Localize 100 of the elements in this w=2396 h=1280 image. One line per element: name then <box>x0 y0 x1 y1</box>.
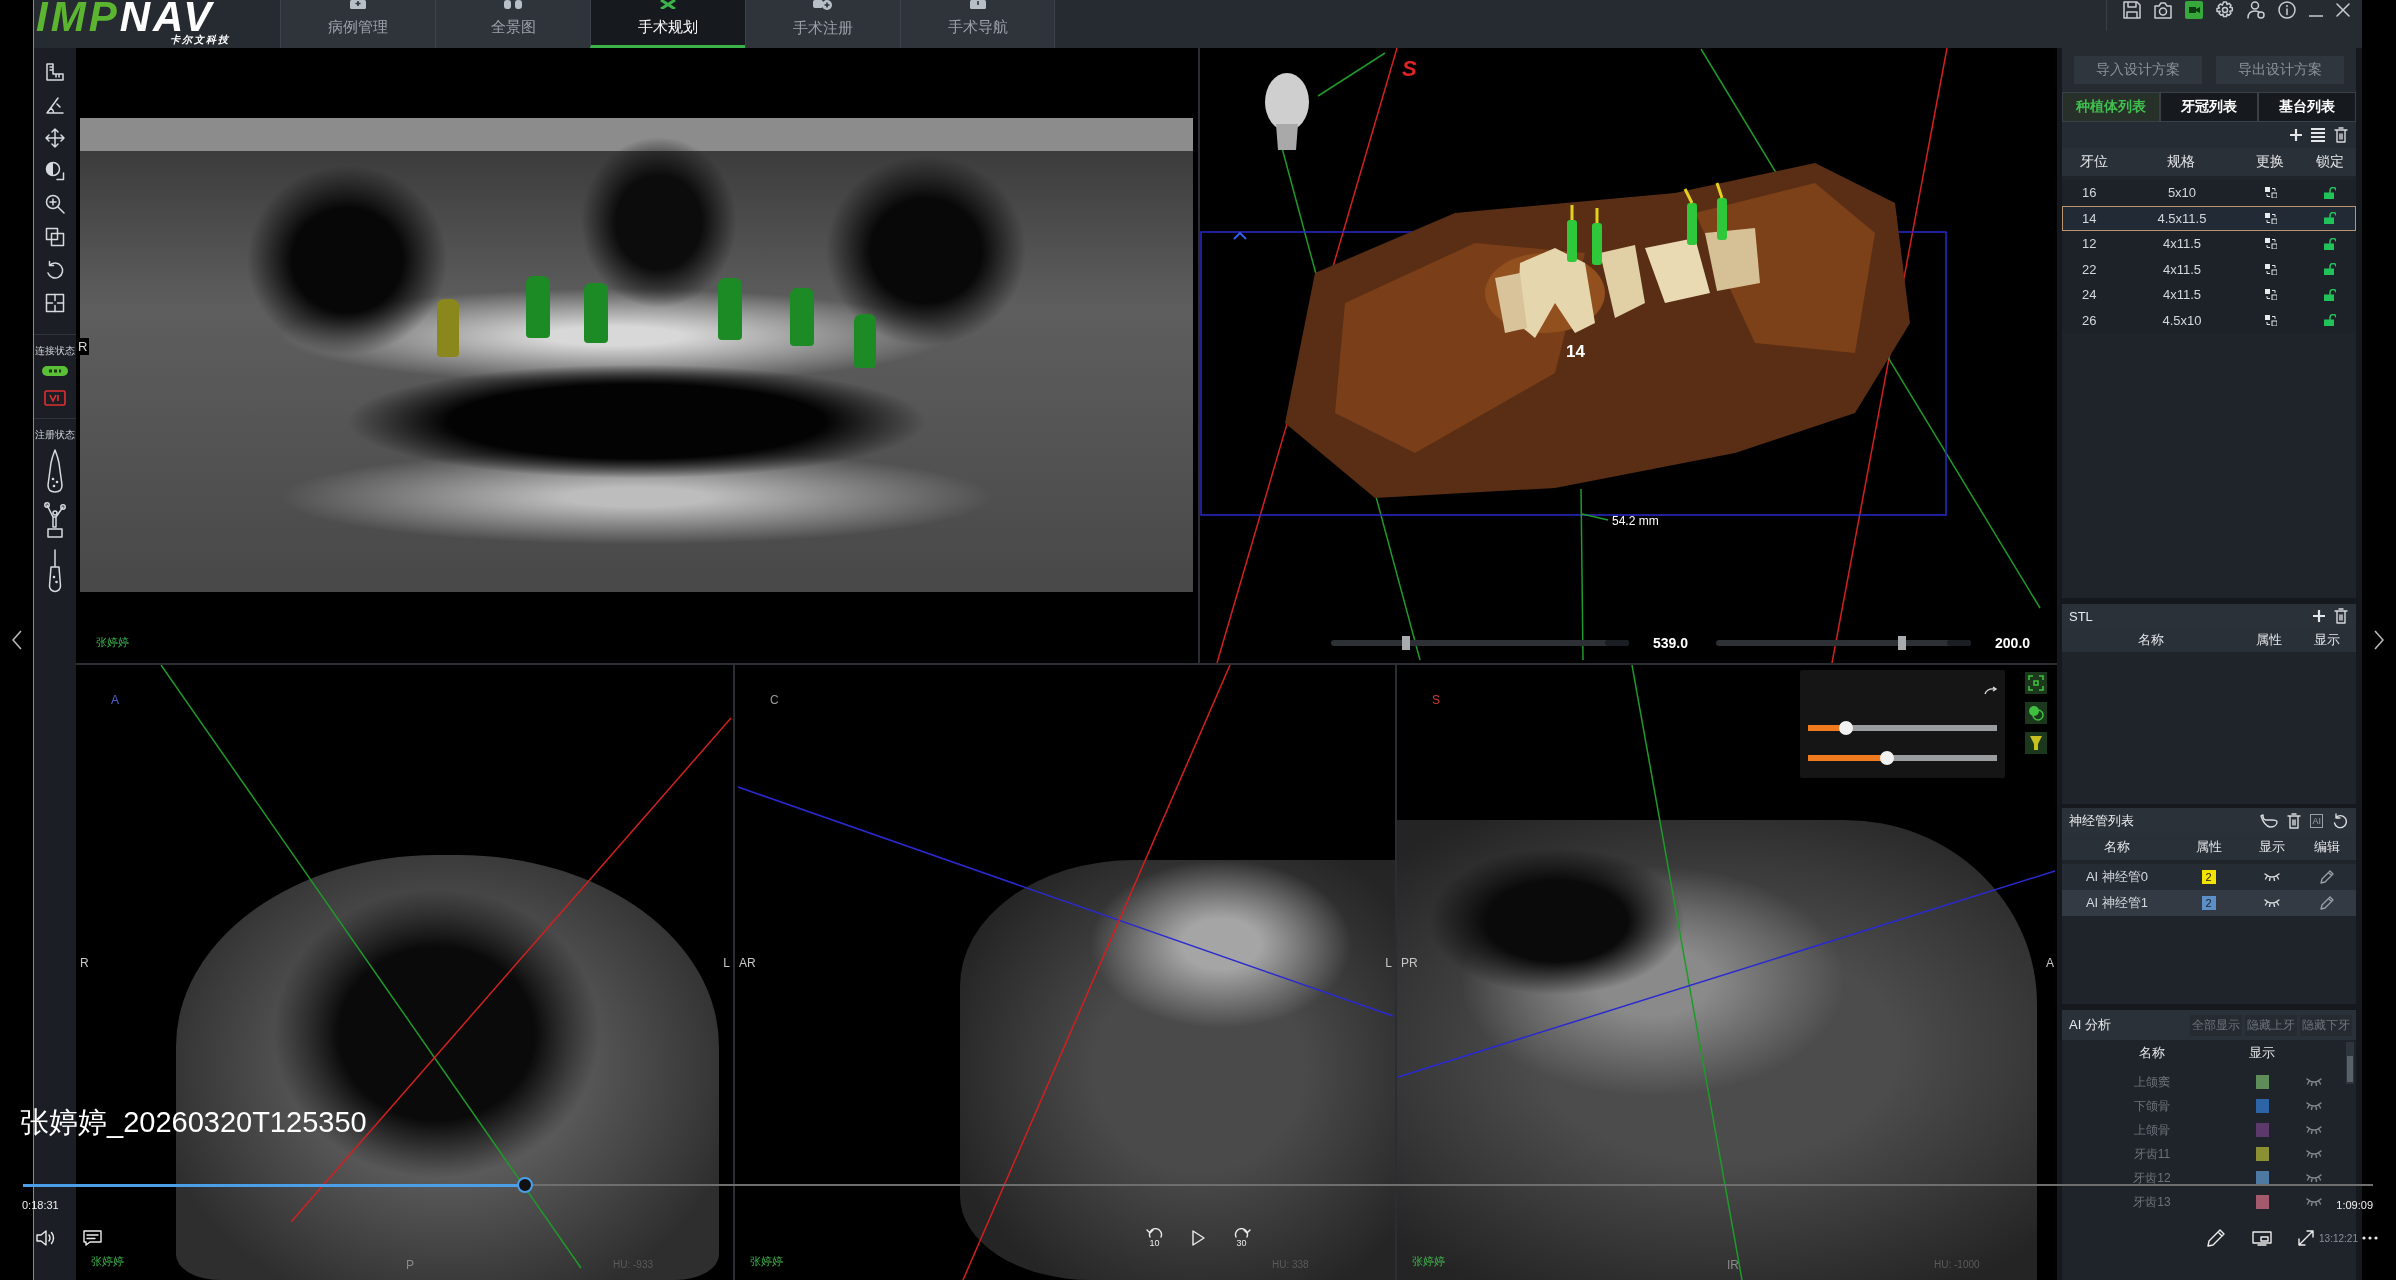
skip-back-button[interactable]: 10 <box>1145 1228 1164 1248</box>
implant-marker[interactable] <box>526 276 550 338</box>
info-icon[interactable] <box>2278 1 2296 19</box>
expand-frame-icon[interactable] <box>2025 672 2047 694</box>
implant-marker[interactable] <box>718 278 742 340</box>
list-icon[interactable] <box>2311 127 2325 143</box>
unlock-icon[interactable] <box>2323 186 2336 199</box>
copy-icon[interactable] <box>45 227 65 247</box>
angle-icon[interactable] <box>45 95 65 115</box>
fit-view-icon[interactable] <box>45 293 65 313</box>
chevron-right-icon[interactable] <box>2374 630 2384 650</box>
funnel-icon[interactable] <box>2025 732 2047 754</box>
trash-icon[interactable] <box>2287 813 2302 829</box>
miniplayer-icon[interactable] <box>2252 1230 2273 1246</box>
zoom-icon[interactable] <box>45 194 65 214</box>
closed-eye-icon[interactable] <box>2306 1174 2322 1182</box>
undo-icon[interactable] <box>2332 813 2348 829</box>
slider-end-handle[interactable] <box>1605 640 1629 646</box>
scrollbar[interactable] <box>2346 1042 2354 1084</box>
closed-eye-icon[interactable] <box>2263 899 2280 907</box>
list-tab[interactable]: 牙冠列表 <box>2160 92 2258 122</box>
implant-marker[interactable] <box>854 314 876 368</box>
implant-marker[interactable] <box>437 299 459 357</box>
swap-icon[interactable] <box>2264 212 2277 224</box>
plan-button[interactable]: 导入设计方案 <box>2074 56 2202 84</box>
save-icon[interactable] <box>2123 1 2141 19</box>
implant-marker[interactable] <box>584 283 608 343</box>
volume-icon[interactable] <box>36 1229 56 1247</box>
color-swatch-icon[interactable] <box>2255 1075 2269 1089</box>
probe-icon[interactable] <box>45 449 65 493</box>
color-swatch-icon[interactable] <box>2255 1171 2269 1185</box>
user-gear-icon[interactable] <box>2247 1 2265 19</box>
column-header: 显示 <box>2248 1044 2276 1062</box>
chevron-up-icon[interactable] <box>1233 232 1247 240</box>
jaw-icon[interactable] <box>2260 814 2279 828</box>
swap-icon[interactable] <box>2264 238 2277 250</box>
curved-arrow-icon[interactable] <box>1984 686 1998 695</box>
table-row[interactable]: 14 4.5x11.5 <box>2062 205 2356 231</box>
slider-thumb[interactable] <box>1838 721 1853 735</box>
nav-tab[interactable]: 手术导航 <box>900 0 1055 48</box>
chevron-left-icon[interactable] <box>11 630 22 650</box>
trash-icon[interactable] <box>2334 608 2348 624</box>
color-tag[interactable]: 2 <box>2201 896 2216 910</box>
unlock-icon[interactable] <box>2323 288 2336 301</box>
settings-icon[interactable] <box>2216 1 2234 19</box>
closed-eye-icon[interactable] <box>2306 1078 2322 1086</box>
list-tab[interactable]: 种植体列表 <box>2062 92 2160 122</box>
slider-thumb[interactable] <box>1898 636 1907 650</box>
table-row[interactable]: AI 神经管0 2 <box>2062 864 2356 890</box>
table-cell-text: 牙齿12 <box>2132 1169 2172 1187</box>
expand-icon[interactable] <box>2297 1229 2316 1247</box>
slider-thumb[interactable] <box>1401 636 1410 650</box>
close-icon[interactable] <box>2336 3 2350 17</box>
ruler-icon[interactable] <box>45 62 65 82</box>
play-icon[interactable] <box>1191 1230 1205 1246</box>
closed-eye-icon[interactable] <box>2306 1198 2322 1206</box>
pencil-icon[interactable] <box>2320 870 2334 884</box>
swap-icon[interactable] <box>2264 314 2277 326</box>
handpiece-icon[interactable] <box>48 549 62 593</box>
implant-marker[interactable] <box>790 288 814 346</box>
plan-button[interactable]: 导出设计方案 <box>2216 56 2344 84</box>
skip-forward-button[interactable]: 30 <box>1232 1228 1251 1248</box>
closed-eye-icon[interactable] <box>2263 873 2280 881</box>
move-icon[interactable] <box>45 128 65 148</box>
color-swatch-icon[interactable] <box>2255 1195 2269 1209</box>
swap-icon[interactable] <box>2264 289 2277 301</box>
nav-tab[interactable]: 手术注册 <box>745 0 900 48</box>
nav-tab[interactable]: 病例管理 <box>280 0 435 48</box>
table-row[interactable]: AI 神经管1 2 <box>2062 890 2356 916</box>
unlock-icon[interactable] <box>2323 263 2336 276</box>
ai-button[interactable]: AI <box>2310 814 2323 828</box>
unlock-icon[interactable] <box>2323 314 2336 327</box>
closed-eye-icon[interactable] <box>2306 1126 2322 1134</box>
contrast-icon[interactable] <box>45 161 65 181</box>
overlap-circles-icon[interactable] <box>2025 702 2047 724</box>
swap-icon[interactable] <box>2264 263 2277 275</box>
rotate-icon[interactable] <box>45 260 65 280</box>
nav-tab[interactable]: 全景图 <box>435 0 590 48</box>
trash-icon[interactable] <box>2334 127 2348 143</box>
more-icon[interactable] <box>2362 1236 2378 1240</box>
plus-icon[interactable] <box>2313 610 2325 622</box>
unlock-icon[interactable] <box>2323 237 2336 250</box>
video-record-icon[interactable] <box>2185 1 2203 19</box>
color-swatch-icon[interactable] <box>2255 1147 2269 1161</box>
list-tab[interactable]: 基台列表 <box>2258 92 2356 122</box>
color-tag[interactable]: 2 <box>2201 870 2216 884</box>
slider-end-handle[interactable] <box>1947 640 1972 646</box>
color-swatch-icon[interactable] <box>2255 1099 2269 1113</box>
plus-icon[interactable] <box>2290 129 2302 141</box>
closed-eye-icon[interactable] <box>2306 1150 2322 1158</box>
slider-thumb[interactable] <box>1880 751 1895 765</box>
closed-eye-icon[interactable] <box>2306 1102 2322 1110</box>
camera-icon[interactable] <box>2154 1 2172 19</box>
captions-icon[interactable] <box>83 1230 102 1246</box>
unlock-icon[interactable] <box>2323 212 2336 225</box>
color-swatch-icon[interactable] <box>2255 1123 2269 1137</box>
nav-tab[interactable]: 手术规划 <box>590 0 745 48</box>
tracker-icon[interactable] <box>44 501 66 541</box>
box-icon <box>969 0 986 9</box>
swap-icon[interactable] <box>2264 187 2277 199</box>
